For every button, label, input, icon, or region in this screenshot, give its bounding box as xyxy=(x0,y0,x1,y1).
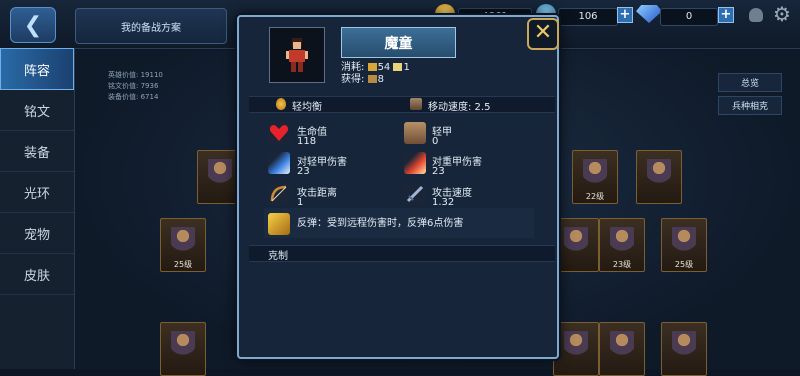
type-tag: 轻均衡 xyxy=(292,102,322,113)
lineup-value-stats: 英雄价值: 19110 铭文价值: 7936 装备价值: 6714 xyxy=(108,70,163,103)
unit-card[interactable]: 22级 xyxy=(572,150,618,204)
hero-name-plate: 魔童 xyxy=(341,27,456,58)
unit-card[interactable] xyxy=(553,218,599,272)
sidebar-item-equipment[interactable]: 装备 xyxy=(0,131,74,172)
unit-figure xyxy=(171,227,195,257)
sidebar-item-skin[interactable]: 皮肤 xyxy=(0,254,74,295)
sidebar-item-lineup[interactable]: 阵容 xyxy=(0,48,74,90)
move-speed: 移动速度: 2.5 xyxy=(428,102,491,113)
hero-value-text: 英雄价值: 19110 xyxy=(108,71,163,79)
unit-figure xyxy=(672,227,696,257)
bow-icon xyxy=(268,183,290,205)
sidebar-item-pet[interactable]: 宠物 xyxy=(0,213,74,254)
diamond-icon xyxy=(636,5,662,23)
unit-figure xyxy=(564,227,588,257)
counter-title: 克制 xyxy=(268,251,288,262)
light-damage-value: 23 xyxy=(297,166,310,177)
sidebar-item-aura[interactable]: 光环 xyxy=(0,172,74,213)
counter-band xyxy=(249,245,555,262)
boot-icon xyxy=(410,98,422,110)
unit-card[interactable] xyxy=(599,322,645,376)
sword-icon xyxy=(404,183,426,205)
gem-counter: 106 xyxy=(558,8,618,26)
unit-card[interactable] xyxy=(160,322,206,376)
attack-speed-value: 1.32 xyxy=(432,197,455,208)
cost-food-value: 54 xyxy=(377,62,391,73)
plan-tab[interactable]: 我的备战方案 xyxy=(75,8,227,44)
counter-table-button[interactable]: 兵种相克 xyxy=(718,96,782,115)
unit-figure xyxy=(171,331,195,361)
hero-sprite-icon xyxy=(286,38,308,72)
unit-figure xyxy=(672,331,696,361)
unit-figure xyxy=(583,159,607,189)
heart-icon xyxy=(268,122,290,144)
close-button[interactable]: ✕ xyxy=(527,18,559,50)
equipment-value-text: 装备价值: 6714 xyxy=(108,93,159,101)
range-value: 1 xyxy=(297,197,304,208)
skill-description: 反弹：受到远程伤害时，反弹6点伤害 xyxy=(297,218,464,229)
add-diamond-button[interactable]: + xyxy=(718,7,734,23)
reflect-skill-icon xyxy=(268,213,290,235)
armor-value: 0 xyxy=(432,136,439,147)
cost-population-value: 1 xyxy=(403,62,410,73)
sidebar-item-inscription[interactable]: 铭文 xyxy=(0,90,74,131)
inscription-value-text: 铭文价值: 7936 xyxy=(108,82,159,90)
balance-type-icon xyxy=(276,98,286,110)
unit-level: 23级 xyxy=(612,260,632,269)
heavy-damage-icon xyxy=(404,152,426,174)
light-damage-icon xyxy=(268,152,290,174)
cost-info: 消耗: 54 1 获得: 8 xyxy=(341,62,410,86)
reward-icon xyxy=(367,75,377,83)
gain-value: 8 xyxy=(377,74,384,85)
sidebar: 阵容 铭文 装备 光环 宠物 皮肤 xyxy=(0,48,75,369)
add-gem-button[interactable]: + xyxy=(617,7,633,23)
unit-card[interactable]: 25级 xyxy=(661,218,707,272)
back-button[interactable]: ❮ xyxy=(10,7,56,43)
diamond-counter: 0 xyxy=(660,8,718,26)
unit-figure xyxy=(564,331,588,361)
unit-level: 22级 xyxy=(585,192,605,201)
unit-card[interactable]: 25级 xyxy=(160,218,206,272)
unit-card[interactable] xyxy=(661,322,707,376)
heavy-damage-value: 23 xyxy=(432,166,445,177)
cost-label: 消耗: xyxy=(341,62,365,73)
unit-figure xyxy=(610,331,634,361)
light-armor-icon xyxy=(404,122,426,144)
unit-card[interactable] xyxy=(636,150,682,204)
friends-icon[interactable] xyxy=(749,8,763,22)
unit-figure xyxy=(208,159,232,189)
unit-figure xyxy=(610,227,634,257)
unit-level: 25级 xyxy=(674,260,694,269)
back-arrow-icon: ❮ xyxy=(23,12,43,38)
overview-button[interactable]: 总览 xyxy=(718,73,782,92)
hp-value: 118 xyxy=(297,136,317,147)
close-icon: ✕ xyxy=(533,20,553,45)
unit-card[interactable]: 23级 xyxy=(599,218,645,272)
gain-label: 获得: xyxy=(341,74,365,85)
settings-gear-icon[interactable]: ⚙ xyxy=(773,4,791,24)
population-icon xyxy=(393,63,403,71)
unit-figure xyxy=(647,159,671,189)
unit-level: 25级 xyxy=(173,260,193,269)
food-icon xyxy=(367,63,377,71)
unit-card[interactable] xyxy=(553,322,599,376)
hero-portrait xyxy=(269,27,325,83)
